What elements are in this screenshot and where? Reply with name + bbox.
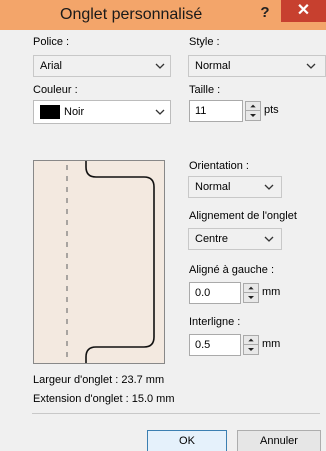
orientation-value: Normal [195,181,231,193]
chevron-down-icon [306,63,316,69]
spin-up-icon[interactable] [244,336,258,345]
orientation-select[interactable]: Normal [188,176,282,198]
ok-button[interactable]: OK [147,430,227,451]
chevron-down-icon [264,236,274,242]
couleur-label: Couleur : [33,84,78,96]
spin-down-icon[interactable] [244,293,258,302]
aligne-gauche-value: 0.0 [195,287,211,299]
orientation-label: Orientation : [189,160,249,172]
alignement-select[interactable]: Centre [188,228,282,250]
alignement-label: Alignement de l'onglet [189,210,297,222]
close-button[interactable]: ✕ [281,0,326,22]
divider [32,413,320,414]
taille-spinner[interactable]: 11 pts [189,100,279,122]
aligne-gauche-label: Aligné à gauche : [189,264,275,276]
title-bar: Onglet personnalisé ? ✕ [0,0,326,30]
spin-up-icon[interactable] [246,102,260,111]
police-label: Police : [33,36,70,48]
couleur-value: Noir [64,106,85,118]
taille-label: Taille : [189,84,221,96]
style-value: Normal [195,60,231,72]
color-swatch [40,105,60,119]
aligne-gauche-spin-buttons[interactable] [243,283,259,303]
alignement-value: Centre [195,233,229,245]
aligne-gauche-spinner[interactable]: 0.0 mm [189,282,281,304]
help-icon[interactable]: ? [255,4,275,21]
police-select[interactable]: Arial [33,55,171,77]
spin-down-icon[interactable] [246,111,260,120]
tab-outline [66,161,155,363]
taille-value: 11 [195,105,207,117]
close-icon: ✕ [296,2,311,19]
chevron-down-icon [264,184,274,190]
spin-down-icon[interactable] [244,345,258,354]
interligne-input[interactable]: 0.5 [189,334,241,356]
chevron-down-icon [155,109,165,115]
style-select[interactable]: Normal [188,55,326,77]
spin-up-icon[interactable] [244,284,258,293]
tab-preview [33,160,165,364]
interligne-value: 0.5 [195,339,211,351]
taille-input[interactable]: 11 [189,100,243,122]
interligne-spinner[interactable]: 0.5 mm [189,334,281,356]
largeur-onglet-text: Largeur d'onglet : 23.7 mm [33,374,165,386]
aligne-gauche-unit: mm [262,286,281,298]
aligne-gauche-input[interactable]: 0.0 [189,282,241,304]
interligne-label: Interligne : [189,316,241,328]
extension-onglet-text: Extension d'onglet : 15.0 mm [33,393,175,405]
interligne-unit: mm [262,338,281,350]
window-title: Onglet personnalisé [60,6,203,23]
cancel-button[interactable]: Annuler [237,430,321,451]
taille-spin-buttons[interactable] [245,101,261,121]
couleur-select[interactable]: Noir [33,100,171,124]
interligne-spin-buttons[interactable] [243,335,259,355]
style-label: Style : [189,36,220,48]
taille-unit: pts [264,104,279,116]
police-value: Arial [40,60,63,72]
chevron-down-icon [155,63,165,69]
